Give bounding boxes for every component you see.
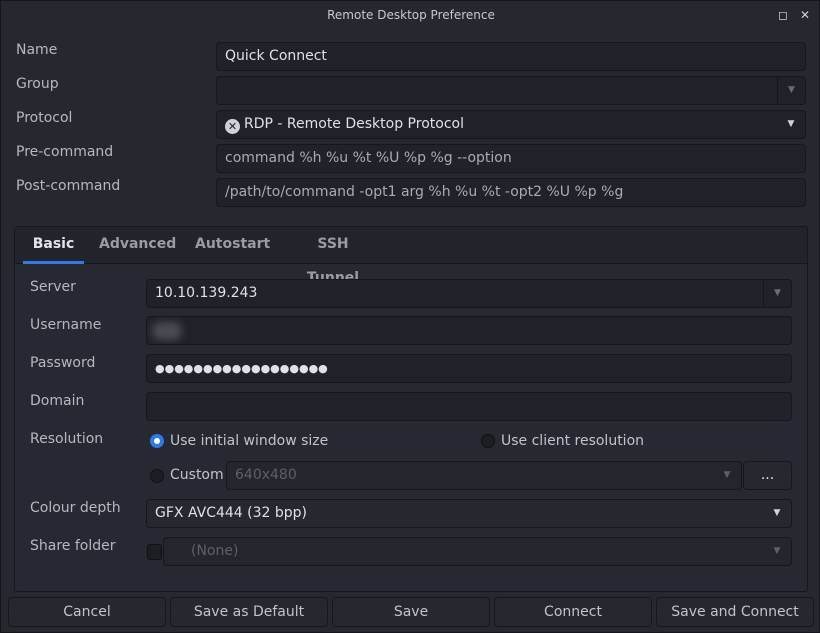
name-label: Name xyxy=(16,42,58,58)
username-label: Username xyxy=(30,317,102,333)
group-label: Group xyxy=(16,76,59,92)
cancel-button[interactable]: Cancel xyxy=(8,597,166,627)
protocol-value: RDP - Remote Desktop Protocol xyxy=(244,116,464,132)
custom-label[interactable]: Custom xyxy=(170,467,224,483)
chevron-down-icon: ▼ xyxy=(773,508,781,518)
chevron-down-icon[interactable]: ▼ xyxy=(777,77,805,104)
chevron-down-icon: ▼ xyxy=(773,546,781,556)
custom-resolution-combo[interactable]: 640x480 ▼ xyxy=(226,461,742,490)
username-input[interactable] xyxy=(146,316,792,345)
maximize-icon[interactable]: ◻ xyxy=(778,1,788,29)
password-input[interactable]: ●●●●●●●●●●●●●●●●●● xyxy=(146,354,792,383)
colour-depth-label: Colour depth xyxy=(30,500,121,516)
save-and-connect-button[interactable]: Save and Connect xyxy=(656,597,814,627)
chevron-down-icon: ▼ xyxy=(723,470,731,480)
client-resolution-label[interactable]: Use client resolution xyxy=(501,433,644,449)
chevron-down-icon[interactable]: ▼ xyxy=(763,280,791,307)
window-title: Remote Desktop Preference xyxy=(327,8,495,22)
name-input[interactable]: Quick Connect xyxy=(216,42,806,71)
password-label: Password xyxy=(30,355,96,371)
chevron-down-icon: ▼ xyxy=(787,119,795,129)
blurred-username xyxy=(152,322,182,340)
dialog-window: Remote Desktop Preference ◻ ✕ Name Quick… xyxy=(0,0,820,633)
share-folder-checkbox[interactable] xyxy=(147,544,162,560)
tab-basic[interactable]: Basic xyxy=(23,227,84,264)
custom-resolution-more-button[interactable]: ... xyxy=(743,461,792,490)
close-icon[interactable]: ✕ xyxy=(800,1,810,29)
protocol-label: Protocol xyxy=(16,110,73,126)
tab-advanced[interactable]: Advanced xyxy=(99,227,176,264)
custom-resolution-value: 640x480 xyxy=(235,467,297,483)
share-folder-value: (None) xyxy=(191,543,239,559)
server-label: Server xyxy=(30,279,76,295)
domain-input[interactable] xyxy=(146,392,792,421)
postcommand-input[interactable]: /path/to/command -opt1 arg %h %u %t -opt… xyxy=(216,178,806,207)
radio-custom[interactable] xyxy=(150,469,164,483)
protocol-select[interactable]: ✕ RDP - Remote Desktop Protocol ▼ xyxy=(216,110,806,139)
resolution-label: Resolution xyxy=(30,431,104,447)
radio-initial-window-size[interactable] xyxy=(150,434,164,448)
tab-bar: Basic Advanced Autostart SSH Tunnel xyxy=(15,227,807,286)
colour-depth-select[interactable]: GFX AVC444 (32 bpp) ▼ xyxy=(146,499,792,528)
initial-window-size-label[interactable]: Use initial window size xyxy=(170,433,328,449)
save-button[interactable]: Save xyxy=(332,597,490,627)
connect-button[interactable]: Connect xyxy=(494,597,652,627)
precommand-input[interactable]: command %h %u %t %U %p %g --option xyxy=(216,144,806,173)
server-value: 10.10.139.243 xyxy=(155,285,258,301)
tab-autostart[interactable]: Autostart xyxy=(195,227,270,264)
postcommand-label: Post-command xyxy=(16,178,121,194)
share-folder-combo[interactable]: (None) ▼ xyxy=(163,537,792,566)
tab-ssh-tunnel[interactable]: SSH Tunnel xyxy=(292,227,374,286)
share-folder-label: Share folder xyxy=(30,538,116,554)
rdp-protocol-icon: ✕ xyxy=(225,119,240,134)
colour-depth-value: GFX AVC444 (32 bpp) xyxy=(155,505,307,521)
group-combo[interactable]: ▼ xyxy=(216,76,806,105)
save-as-default-button[interactable]: Save as Default xyxy=(170,597,328,627)
precommand-label: Pre-command xyxy=(16,144,114,160)
radio-client-resolution[interactable] xyxy=(481,434,495,448)
domain-label: Domain xyxy=(30,393,85,409)
server-combo[interactable]: 10.10.139.243 ▼ xyxy=(146,279,792,308)
